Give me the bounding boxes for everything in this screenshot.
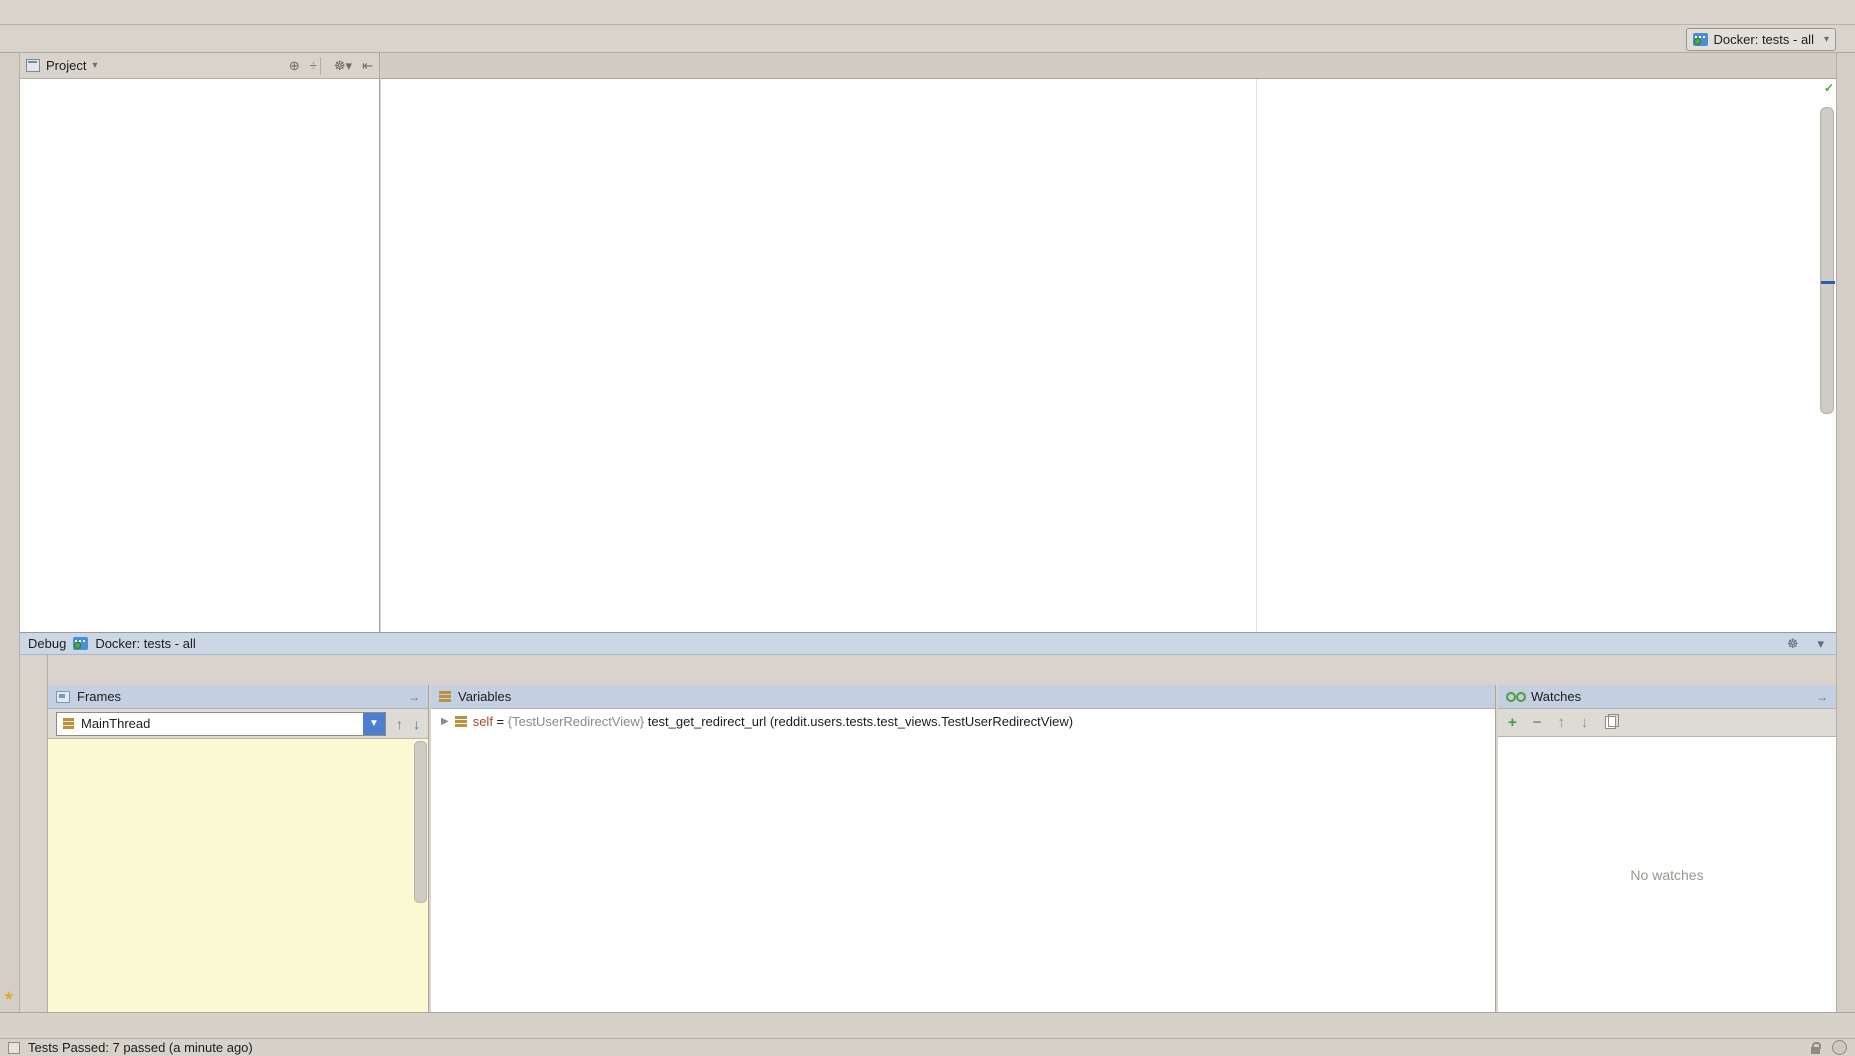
debug-tabs [48,655,1836,685]
frames-title: Frames [77,689,121,704]
lock-icon[interactable] [1811,1047,1820,1054]
hide-icon[interactable]: → [1816,690,1828,704]
variable-row[interactable]: ▶ self = {TestUserRedirectView} test_get… [431,709,1495,729]
project-panel-label: Project [46,58,86,73]
docker-icon [73,637,88,650]
hide-icon[interactable]: → [408,690,420,704]
docker-icon [1693,33,1708,46]
add-watch-icon[interactable]: + [1508,714,1517,731]
frames-icon [56,691,70,703]
variable-name: self [473,714,493,729]
tool-window-bar [0,1012,1855,1038]
variables-title: Variables [458,689,511,704]
hector-icon[interactable] [1832,1040,1847,1055]
debug-tool-window: Debug Docker: tests - all ☸ ▾ Frames → M… [20,632,1836,1012]
remove-watch-icon[interactable]: − [1533,714,1542,731]
execution-point-stripe-mark[interactable] [1821,281,1835,284]
frames-scrollbar[interactable] [414,741,427,903]
project-panel-title[interactable]: Project ▾ [26,58,98,73]
variables-header: Variables [431,685,1495,709]
thread-icon [63,718,74,729]
watches-icon [1506,692,1516,702]
editor-scrollbar[interactable] [1820,107,1834,414]
pycharm-window: Docker: tests - all ▾ ★ Project ▾ ⊕ ÷ ☸▾… [0,0,1855,1056]
thread-dropdown-button[interactable]: ▼ [363,713,385,735]
editor-tab-bar [381,53,1836,79]
status-icon [8,1042,20,1054]
chevron-down-icon: ▾ [92,60,97,71]
hide-panel-icon[interactable]: ⇤ [362,58,373,74]
previous-frame-icon[interactable]: ↑ [396,716,403,732]
frames-header: Frames → [48,685,428,709]
gear-icon[interactable]: ☸ [1787,636,1799,652]
copy-icon[interactable] [1605,716,1616,729]
thread-selector-row: MainThread ▼ ↑ ↓ [48,709,428,739]
move-down-icon[interactable]: ↓ [1581,714,1589,731]
chevron-down-icon: ▾ [1824,34,1829,45]
next-frame-icon[interactable]: ↓ [413,716,420,732]
watches-title: Watches [1531,689,1581,704]
frames-panel: Frames → MainThread ▼ ↑ ↓ [48,685,429,1012]
left-tool-strip: ★ [0,53,20,1012]
variables-icon [439,691,451,702]
watches-panel: Watches → + − ↑ ↓ No watches [1498,685,1836,1012]
debug-content: Frames → MainThread ▼ ↑ ↓ [48,685,1836,1012]
variable-value: test_get_redirect_url (reddit.users.test… [648,714,1073,729]
navigation-bar: Docker: tests - all ▾ [0,25,1855,53]
editor-area: ✓ [381,53,1836,632]
status-bar: Tests Passed: 7 passed (a minute ago) [0,1038,1855,1056]
frames-list [48,739,428,1012]
run-configuration-select[interactable]: Docker: tests - all ▾ [1686,28,1836,51]
watches-header: Watches → [1498,685,1836,709]
main-toolbar: Docker: tests - all ▾ [1686,25,1845,53]
project-panel-header: Project ▾ ⊕ ÷ ☸▾ ⇤ [20,53,379,79]
menu-bar [0,0,1855,25]
debug-panel-header: Debug Docker: tests - all ☸ ▾ [20,633,1836,655]
inspections-status-icon[interactable]: ✓ [1824,81,1834,95]
hide-tool-window-icon[interactable]: ▾ [1817,636,1824,652]
status-message: Tests Passed: 7 passed (a minute ago) [28,1040,253,1055]
thread-name: MainThread [81,716,150,731]
variable-type: {TestUserRedirectView} [508,714,644,729]
expand-icon[interactable]: ▶ [441,716,449,727]
right-tool-strip [1836,53,1855,1012]
favorites-star-icon: ★ [3,988,15,1004]
right-margin-guide [1256,79,1257,632]
watches-empty-text: No watches [1498,737,1836,1012]
debug-config-label: Docker: tests - all [95,636,195,651]
gear-icon[interactable]: ☸▾ [334,58,352,74]
variable-icon [455,716,467,727]
run-configuration-label: Docker: tests - all [1714,32,1814,47]
locate-file-icon[interactable]: ⊕ [289,58,300,74]
debug-left-toolbar [20,655,48,1012]
debug-panel-title: Debug [28,636,66,651]
watches-toolbar: + − ↑ ↓ [1498,709,1836,737]
project-tree [20,79,379,632]
code-editor[interactable]: ✓ [381,79,1836,632]
project-view-icon [26,59,40,72]
variables-panel: Variables ▶ self = {TestUserRedirectView… [431,685,1496,1012]
move-up-icon[interactable]: ↑ [1558,714,1566,731]
equals: = [493,714,508,729]
thread-combobox[interactable]: MainThread ▼ [56,712,386,736]
project-tool-window: Project ▾ ⊕ ÷ ☸▾ ⇤ [20,53,380,632]
collapse-all-icon[interactable]: ÷ [310,58,317,73]
